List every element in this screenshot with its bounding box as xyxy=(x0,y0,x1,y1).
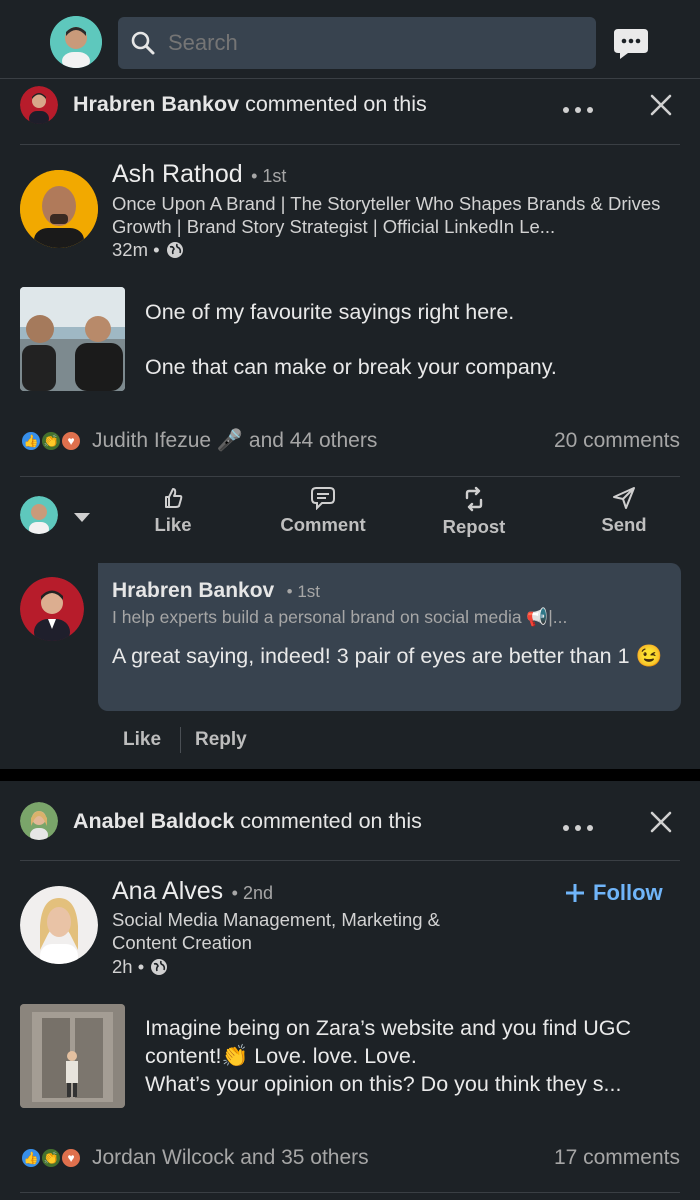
celebrate-reaction-icon: 👏 xyxy=(40,430,62,452)
author-degree: • 1st xyxy=(251,166,287,186)
author2-degree: • 2nd xyxy=(231,883,273,903)
like-reaction-icon: 👍 xyxy=(20,430,42,452)
more-icon[interactable] xyxy=(560,100,596,118)
commenter-headline: I help experts build a personal brand on… xyxy=(112,607,568,627)
love-reaction-icon: ♥ xyxy=(60,1147,82,1169)
post-time: 32m • xyxy=(112,239,160,260)
reactions-count[interactable]: Jordan Wilcock and 35 others xyxy=(92,1146,369,1170)
actor-switcher-avatar[interactable] xyxy=(20,496,58,534)
send-button[interactable]: Send xyxy=(564,486,684,536)
commenter-degree: • 1st xyxy=(286,582,321,601)
like-label: Like xyxy=(154,514,192,535)
send-label: Send xyxy=(601,514,647,535)
commenter-name[interactable]: Hrabren Bankov xyxy=(112,579,274,602)
post2-text: Imagine being on Zara’s website and you … xyxy=(145,1016,632,1096)
author-avatar[interactable] xyxy=(20,170,98,248)
repost-button[interactable]: Repost xyxy=(414,486,534,538)
chevron-down-icon[interactable] xyxy=(74,510,90,528)
author-name[interactable]: Ash Rathod xyxy=(112,160,243,188)
search-icon xyxy=(130,30,156,56)
messaging-icon[interactable] xyxy=(612,27,650,66)
close-icon[interactable] xyxy=(650,94,672,121)
reactions-count[interactable]: Judith Ifezue 🎤 and 44 others xyxy=(92,429,377,453)
author2-avatar[interactable] xyxy=(20,886,98,964)
author2-name[interactable]: Ana Alves xyxy=(112,877,223,905)
post-thumbnail[interactable] xyxy=(20,287,125,391)
reaction-icons[interactable]: 👍 👏 ♥ xyxy=(20,430,86,454)
my-avatar[interactable] xyxy=(50,16,102,68)
comments-count[interactable]: 17 comments xyxy=(554,1146,680,1170)
actor-name[interactable]: Hrabren Bankov xyxy=(73,92,239,116)
follow-button[interactable]: Follow xyxy=(565,880,663,906)
actor2-avatar[interactable] xyxy=(20,802,58,840)
post-text-line2: One that can make or break your company. xyxy=(145,355,557,379)
more-icon[interactable] xyxy=(560,818,596,836)
like-icon xyxy=(113,486,233,510)
comment-icon xyxy=(263,486,383,510)
repost-label: Repost xyxy=(442,516,506,537)
send-icon xyxy=(564,486,684,510)
follow-label: Follow xyxy=(593,880,663,905)
author-headline: Once Upon A Brand | The Storyteller Who … xyxy=(112,193,661,237)
comment-text: A great saying, indeed! 3 pair of eyes a… xyxy=(112,644,663,668)
globe-icon xyxy=(166,241,184,259)
actor-action: commented on this xyxy=(239,92,427,116)
close-icon[interactable] xyxy=(650,811,672,838)
comment-label: Comment xyxy=(280,514,366,535)
reaction-icons[interactable]: 👍 👏 ♥ xyxy=(20,1147,86,1171)
comment-button[interactable]: Comment xyxy=(263,486,383,536)
comment-like-button[interactable]: Like xyxy=(123,729,161,751)
comment-bubble[interactable]: Hrabren Bankov • 1st I help experts buil… xyxy=(98,563,681,711)
post-text-line1: One of my favourite sayings right here. xyxy=(145,300,515,324)
plus-icon xyxy=(565,883,585,903)
globe-icon xyxy=(150,958,168,976)
actor2-name[interactable]: Anabel Baldock xyxy=(73,809,234,833)
comment-reply-button[interactable]: Reply xyxy=(195,729,247,751)
commenter-avatar[interactable] xyxy=(20,577,84,641)
actor-avatar[interactable] xyxy=(20,86,58,124)
search-input[interactable] xyxy=(168,30,568,56)
repost-icon xyxy=(414,486,534,512)
like-reaction-icon: 👍 xyxy=(20,1147,42,1169)
comments-count[interactable]: 20 comments xyxy=(554,429,680,453)
love-reaction-icon: ♥ xyxy=(60,430,82,452)
like-button[interactable]: Like xyxy=(113,486,233,536)
search-bar[interactable] xyxy=(118,17,596,69)
post2-time: 2h • xyxy=(112,956,145,977)
post2-thumbnail[interactable] xyxy=(20,1004,125,1108)
celebrate-reaction-icon: 👏 xyxy=(40,1147,62,1169)
author2-headline: Social Media Management, Marketing & Con… xyxy=(112,909,441,953)
actor2-action: commented on this xyxy=(234,809,422,833)
